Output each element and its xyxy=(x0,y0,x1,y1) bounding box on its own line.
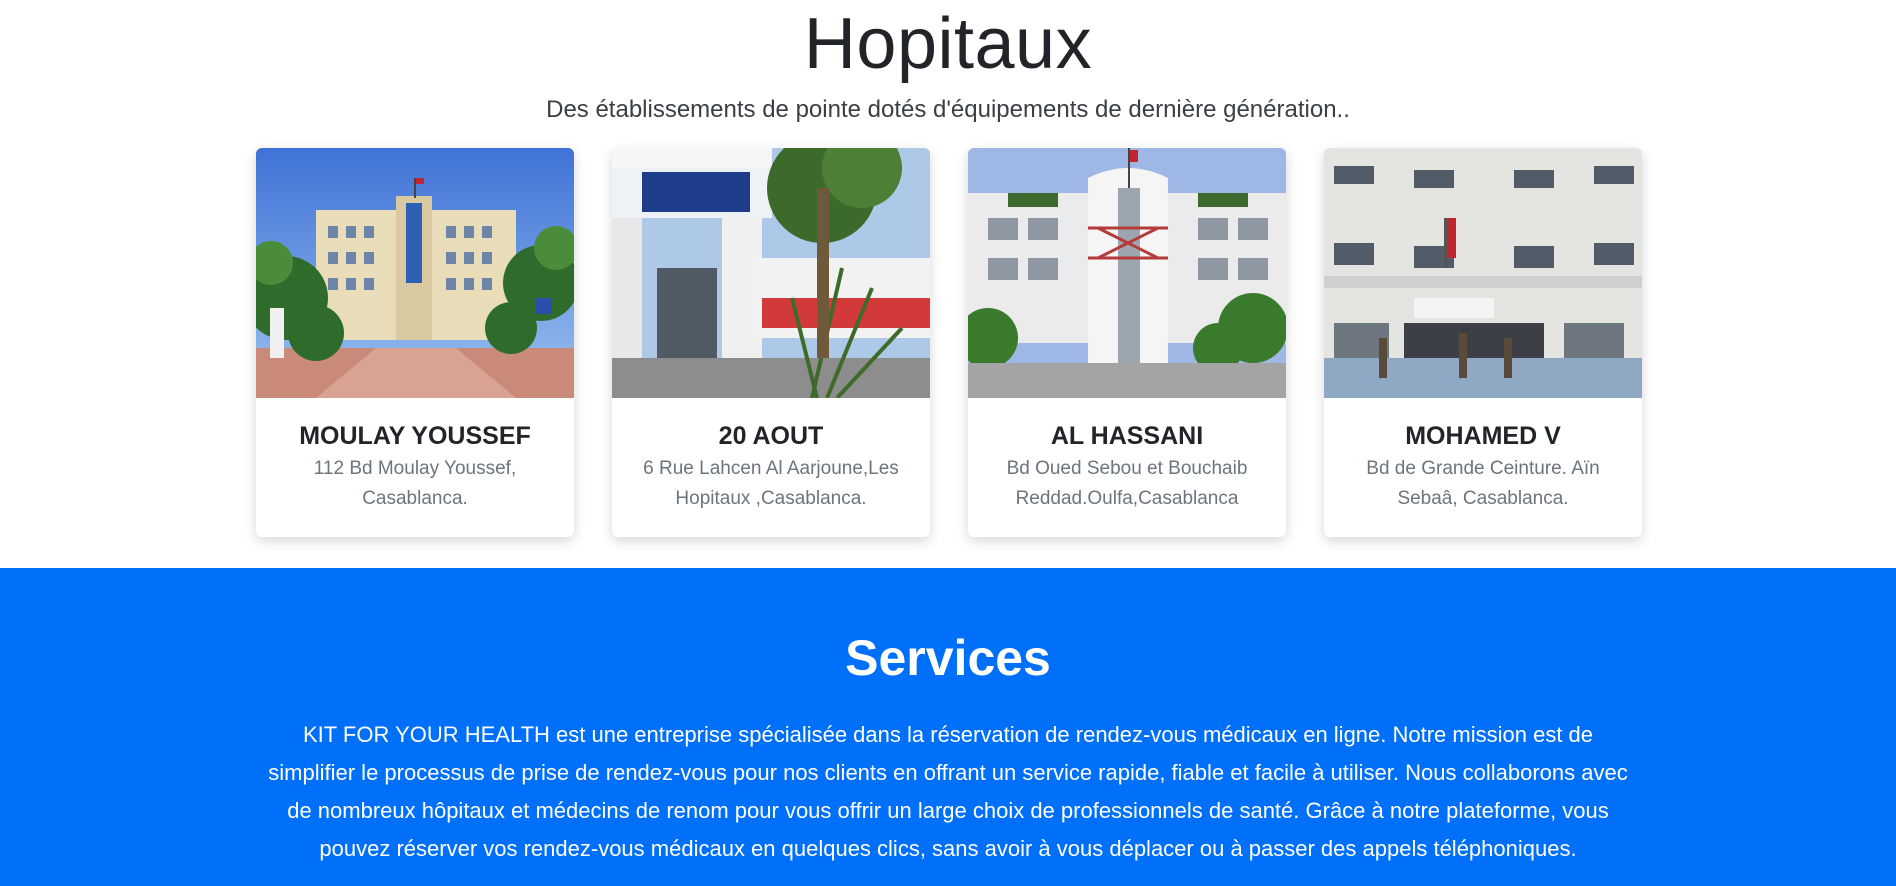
services-description: KIT FOR YOUR HEALTH est une entreprise s… xyxy=(268,722,1628,861)
hospital-name: 20 AOUT xyxy=(718,422,824,450)
hospital-card-20-aout[interactable]: 20 AOUT 6 Rue Lahcen Al Aarjoune,Les Hop… xyxy=(612,148,930,537)
hospital-card-al-hassani[interactable]: AL HASSANI Bd Oued Sebou et Bouchaib Red… xyxy=(968,148,1286,537)
hospital-address: Bd de Grande Ceinture. Aïn Sebaâ, Casabl… xyxy=(1366,458,1600,509)
hospital-photo xyxy=(612,148,930,398)
hospital-name: MOULAY YOUSSEF xyxy=(299,422,531,450)
hospitals-subtitle: Des établissements de pointe dotés d'équ… xyxy=(546,96,1350,123)
hospital-address: 112 Bd Moulay Youssef, Casablanca. xyxy=(313,458,517,509)
hospital-address: Bd Oued Sebou et Bouchaib Reddad.Oulfa,C… xyxy=(1006,458,1248,509)
hospital-address: 6 Rue Lahcen Al Aarjoune,Les Hopitaux ,C… xyxy=(643,458,899,509)
hospital-photo xyxy=(1324,148,1642,398)
hospitals-title: Hopitaux xyxy=(803,4,1093,84)
hospital-card-moulay-youssef[interactable]: MOULAY YOUSSEF 112 Bd Moulay Youssef, Ca… xyxy=(256,148,574,537)
hospital-cards: MOULAY YOUSSEF 112 Bd Moulay Youssef, Ca… xyxy=(256,148,1644,538)
hospitals-section: Hopitaux Des établissements de pointe do… xyxy=(0,0,1896,568)
hospital-name: MOHAMED V xyxy=(1405,422,1561,450)
hospital-card-mohamed-v[interactable]: MOHAMED V Bd de Grande Ceinture. Aïn Seb… xyxy=(1324,148,1642,537)
services-title: Services xyxy=(845,630,1051,686)
hospital-name: AL HASSANI xyxy=(1050,422,1204,450)
hospital-photo xyxy=(256,148,574,398)
hospital-photo xyxy=(968,148,1286,398)
services-section: Services KIT FOR YOUR HEALTH est une ent… xyxy=(0,568,1896,886)
